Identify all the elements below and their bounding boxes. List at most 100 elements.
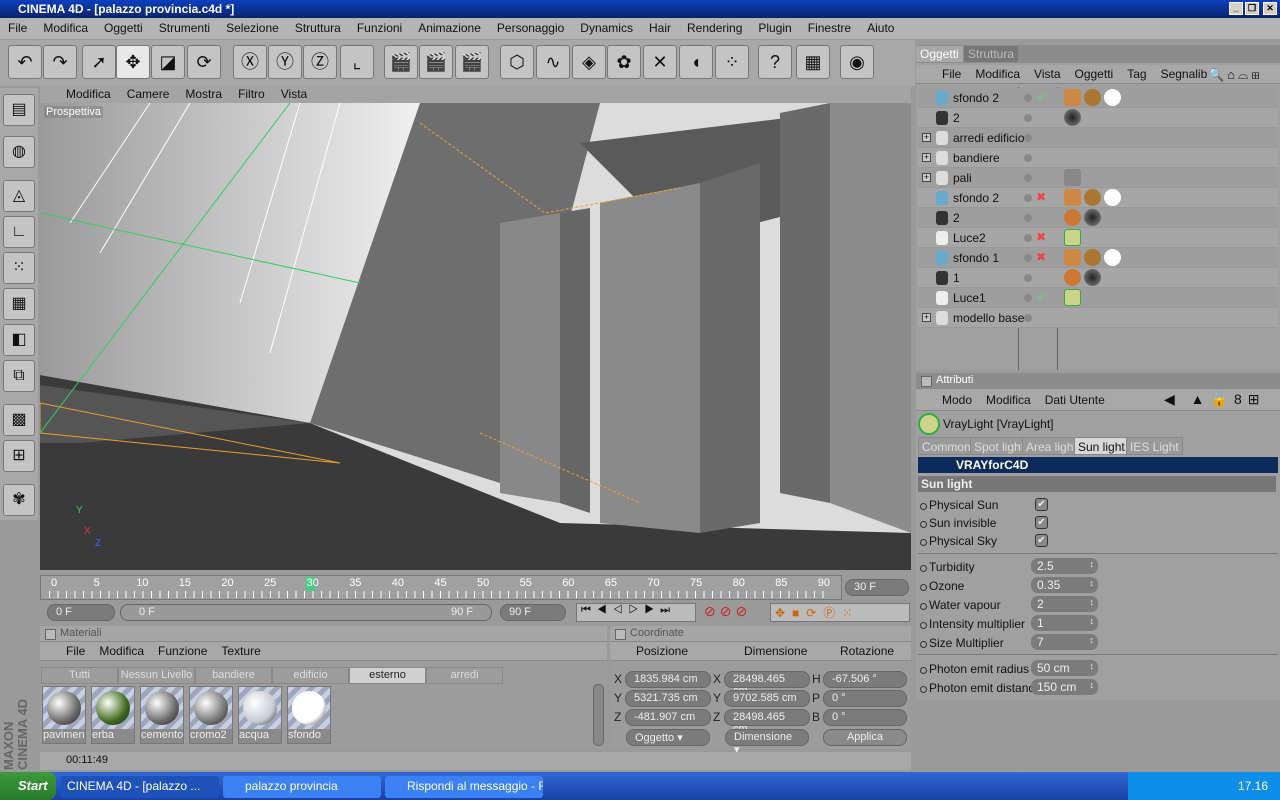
object-row[interactable]: sfondo 2 ✖ <box>918 188 1278 208</box>
edges-icon[interactable]: ▦ <box>3 288 35 320</box>
visibility-dot-icon[interactable] <box>1024 174 1032 182</box>
menu-dynamics[interactable]: Dynamics <box>580 21 633 39</box>
size-field[interactable]: 9702.585 cm <box>724 690 810 707</box>
visibility-dot-icon[interactable] <box>1024 254 1032 262</box>
coordinate-mode-dropdown[interactable]: Oggetto ▾ <box>626 729 710 746</box>
texture-icon[interactable]: ⧉ <box>3 360 35 392</box>
checkbox[interactable]: ✔ <box>1035 498 1048 511</box>
vray-light-tag-icon[interactable] <box>1064 229 1081 246</box>
visibility-dot-icon[interactable] <box>1024 114 1032 122</box>
object-row[interactable]: sfondo 1 ✖ <box>918 248 1278 268</box>
start-frame-field[interactable]: 0 F <box>47 604 115 621</box>
vray-light-tag-icon[interactable] <box>1064 289 1081 306</box>
tab-common[interactable]: Common <box>918 437 975 455</box>
size-field[interactable]: 28498.465 cm <box>724 709 810 735</box>
compositing-tag-icon[interactable] <box>1064 249 1081 266</box>
enabled-check-icon[interactable]: ✔ <box>1036 90 1046 104</box>
materials-scrollbar[interactable] <box>593 684 604 746</box>
select-arrow-icon[interactable]: ➚ <box>82 45 116 79</box>
tab-sun-light[interactable]: Sun light <box>1074 437 1129 455</box>
viewport-menu-vista[interactable]: Vista <box>281 87 307 103</box>
number-field[interactable]: 1 <box>1031 615 1098 631</box>
position-field[interactable]: 1835.984 cm <box>625 671 711 688</box>
checkbox[interactable]: ✔ <box>1035 534 1048 547</box>
sfondo-material-tag-icon[interactable] <box>1104 189 1121 206</box>
size-mode-dropdown[interactable]: Dimensione ▾ <box>725 729 809 756</box>
materials-menu-modifica[interactable]: Modifica <box>99 644 144 660</box>
rotation-field[interactable]: 0 ° <box>823 709 907 726</box>
materials-menu-texture[interactable]: Texture <box>221 644 260 660</box>
sfondo-material-tag-icon[interactable] <box>1104 89 1121 106</box>
undo-icon[interactable]: ↶ <box>8 45 42 79</box>
rotation-field[interactable]: -67.506 ° <box>823 671 907 688</box>
expand-icon[interactable]: + <box>922 153 931 162</box>
material-layer-tab[interactable]: esterno <box>349 667 426 684</box>
number-field[interactable]: 2.5 <box>1031 558 1098 574</box>
sculpt-icon[interactable]: ✾ <box>3 484 35 516</box>
object-row[interactable]: + bandiere <box>918 148 1278 168</box>
coordinate-system-icon[interactable]: ⌞ <box>340 45 374 79</box>
menu-struttura[interactable]: Struttura <box>295 21 341 39</box>
visibility-dot-icon[interactable] <box>1024 214 1032 222</box>
checkbox[interactable]: ✔ <box>1035 516 1048 529</box>
task-folder[interactable]: palazzo provincia <box>223 776 381 798</box>
rotation-field[interactable]: 0 ° <box>823 690 907 707</box>
material-layer-tab[interactable]: edificio <box>272 667 349 684</box>
object-row[interactable]: Luce2 ✖ <box>918 228 1278 248</box>
camera-tag-icon[interactable] <box>1084 269 1101 286</box>
object-row[interactable]: 2 <box>918 108 1278 128</box>
material-tag-icon[interactable] <box>1084 249 1101 266</box>
record-keys-buttons[interactable]: ⊘⊘⊘ <box>704 603 764 622</box>
expand-icon[interactable]: + <box>922 133 931 142</box>
visibility-dot-icon[interactable] <box>1024 134 1032 142</box>
viewport-menu-modifica[interactable]: Modifica <box>66 87 111 103</box>
object-row[interactable]: sfondo 2 ✔ <box>918 88 1278 108</box>
menu-selezione[interactable]: Selezione <box>226 21 279 39</box>
menu-file[interactable]: File <box>8 21 27 39</box>
polygons-icon[interactable]: ◧ <box>3 324 35 356</box>
materials-menu-funzione[interactable]: Funzione <box>158 644 207 660</box>
object-row[interactable]: + modello base <box>918 308 1278 328</box>
objects-menu-modifica[interactable]: Modifica <box>975 67 1020 83</box>
enabled-check-icon[interactable]: ✔ <box>1036 290 1046 304</box>
help-icon[interactable]: ? <box>758 45 792 79</box>
menu-modifica[interactable]: Modifica <box>43 21 88 39</box>
material-swatch[interactable]: erba <box>91 686 135 744</box>
particle-icon[interactable]: ⁘ <box>715 45 749 79</box>
tab-oggetti[interactable]: Oggetti <box>916 46 963 62</box>
menu-animazione[interactable]: Animazione <box>418 21 481 39</box>
object-row[interactable]: 1 <box>918 268 1278 288</box>
move-icon[interactable]: ✥ <box>116 45 150 79</box>
objects-menu-vista[interactable]: Vista <box>1034 67 1060 83</box>
objects-toolbar-icons[interactable]: 🔍⌂⌓⊞ <box>1208 67 1263 83</box>
timeline-ruler[interactable]: 0 5 10 15 20 25 30 35 40 45 50 55 60 65 70 75 80 85 90 <box>40 575 842 600</box>
material-layer-tab[interactable]: Tutti <box>41 667 118 684</box>
y-axis-icon[interactable]: Ⓨ <box>268 45 302 79</box>
object-row[interactable]: 2 <box>918 208 1278 228</box>
material-swatch[interactable]: acqua <box>238 686 282 744</box>
redo-icon[interactable]: ↷ <box>43 45 77 79</box>
render-region-icon[interactable]: 🎬 <box>419 45 453 79</box>
camera-tag-icon[interactable] <box>1064 109 1081 126</box>
object-row[interactable]: + arredi edificio <box>918 128 1278 148</box>
menu-plugin[interactable]: Plugin <box>758 21 791 39</box>
material-tag-icon[interactable] <box>1084 189 1101 206</box>
expand-icon[interactable]: + <box>922 173 931 182</box>
scale-icon[interactable]: ◪ <box>151 45 185 79</box>
frame-range-slider[interactable]: 0 F 90 F <box>120 604 492 621</box>
z-axis-icon[interactable]: Ⓩ <box>303 45 337 79</box>
close-button[interactable]: ✕ <box>1263 2 1277 15</box>
disabled-x-icon[interactable]: ✖ <box>1036 190 1046 204</box>
array-icon[interactable]: ✿ <box>607 45 641 79</box>
3d-viewport[interactable] <box>40 103 911 570</box>
material-tag-icon[interactable] <box>1084 89 1101 106</box>
object-axis-icon[interactable]: ◬ <box>3 180 35 212</box>
spline-icon[interactable]: ∿ <box>536 45 570 79</box>
visibility-dot-icon[interactable] <box>1024 294 1032 302</box>
tab-ies-light[interactable]: IES Light <box>1126 437 1183 455</box>
material-layer-tab[interactable]: arredi <box>426 667 503 684</box>
position-field[interactable]: 5321.735 cm <box>625 690 711 707</box>
task-cinema4d[interactable]: CINEMA 4D - [palazzo ... <box>61 776 219 798</box>
axis-icon[interactable]: ∟ <box>3 216 35 248</box>
use-model-icon[interactable]: ◍ <box>3 136 35 168</box>
